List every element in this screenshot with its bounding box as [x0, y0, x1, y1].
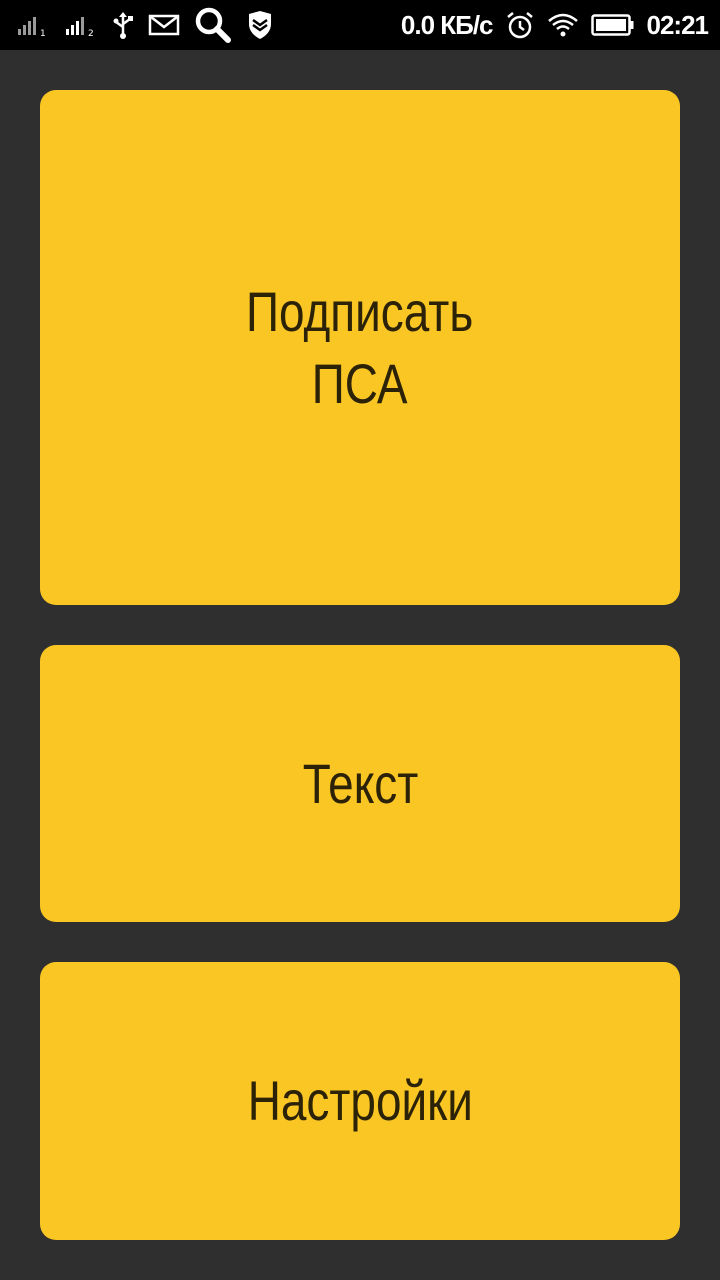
search-icon	[194, 6, 232, 44]
text-button-label: Текст	[302, 751, 418, 815]
clock: 02:21	[646, 9, 709, 40]
signal-sim1-icon: 1	[16, 13, 50, 37]
svg-text:1: 1	[40, 29, 46, 37]
network-speed: 0.0 КБ/с	[400, 9, 494, 40]
sign-psa-button[interactable]: Подписать ПСА	[40, 90, 680, 605]
alarm-icon	[505, 10, 535, 40]
signal-sim2-icon: 2	[64, 13, 98, 37]
wifi-icon	[547, 12, 579, 38]
battery-icon	[590, 13, 635, 37]
main-menu: Подписать ПСА Текст Настройки	[0, 50, 720, 1280]
sign-psa-button-label: Подписать ПСА	[246, 279, 474, 415]
notification-icons: 1 2	[16, 6, 274, 44]
settings-button[interactable]: Настройки	[40, 962, 680, 1240]
shield-icon	[246, 10, 274, 40]
settings-button-label: Настройки	[247, 1069, 473, 1132]
mail-icon	[148, 13, 180, 37]
text-button[interactable]: Текст	[40, 645, 680, 922]
svg-text:2: 2	[88, 29, 94, 37]
status-bar: 1 2 0.0 КБ/с 02:21	[0, 0, 720, 50]
usb-icon	[112, 11, 134, 39]
system-indicators: 0.0 КБ/с 02:21	[400, 9, 709, 41]
